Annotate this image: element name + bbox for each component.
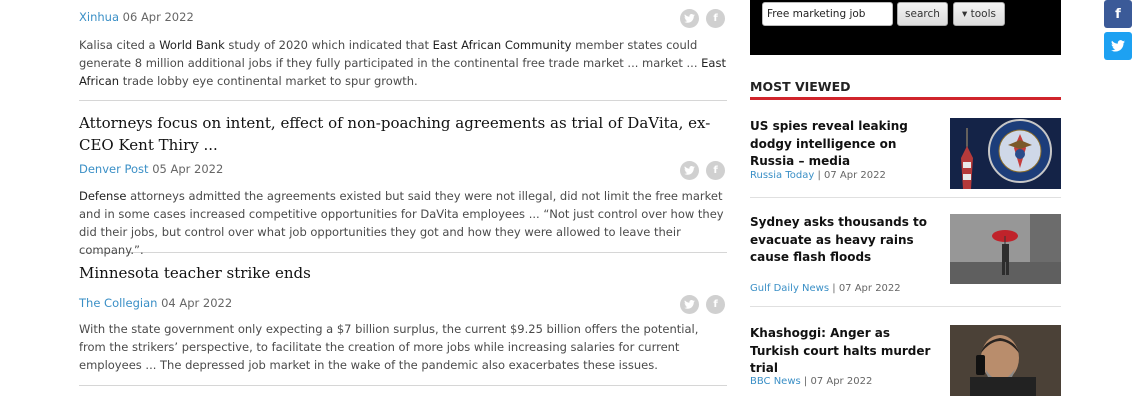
most-viewed-heading: MOST VIEWED (750, 79, 1061, 100)
summary-text: trade lobby eye continental market to sp… (119, 74, 418, 88)
most-viewed-date: 07 Apr 2022 (824, 170, 886, 181)
article-headline[interactable]: Attorneys focus on intent, effect of non… (79, 112, 724, 156)
article-date: 04 Apr 2022 (161, 296, 233, 310)
article-source-link[interactable]: Denver Post (79, 162, 149, 176)
article-meta: Denver Post 05 Apr 2022 (79, 161, 223, 177)
most-viewed-headline[interactable]: Khashoggi: Anger as Turkish court halts … (750, 325, 935, 378)
article-item: Attorneys focus on intent, effect of non… (79, 101, 727, 257)
most-viewed-item[interactable]: US spies reveal leaking dodgy intelligen… (750, 118, 1061, 198)
most-viewed-meta: BBC News | 07 Apr 2022 (750, 376, 872, 387)
most-viewed-item[interactable]: Khashoggi: Anger as Turkish court halts … (750, 325, 1061, 400)
twitter-icon[interactable] (680, 295, 699, 314)
article-list: Xinhua 06 Apr 2022 f Kalisa cited a Worl… (79, 0, 727, 386)
tools-dropdown-button[interactable]: ▾ tools (953, 2, 1005, 26)
most-viewed-meta: Russia Today | 07 Apr 2022 (750, 170, 886, 181)
rain-street-thumbnail[interactable] (950, 214, 1061, 284)
cia-seal-thumbnail[interactable] (950, 118, 1061, 189)
article-meta: The Collegian 04 Apr 2022 (79, 295, 232, 311)
share-buttons: f (680, 295, 725, 314)
article-source-link[interactable]: The Collegian (79, 296, 157, 310)
most-viewed-meta: Gulf Daily News | 07 Apr 2022 (750, 283, 901, 294)
meta-separator: | (814, 170, 824, 181)
facebook-icon[interactable]: f (706, 295, 725, 314)
meta-separator: | (800, 376, 811, 387)
article-date: 05 Apr 2022 (152, 162, 224, 176)
summary-text: Kalisa cited a (79, 38, 160, 52)
article-headline[interactable]: Minnesota teacher strike ends (79, 262, 311, 284)
most-viewed-date: 07 Apr 2022 (838, 283, 901, 294)
article-source-link[interactable]: Xinhua (79, 10, 119, 24)
article-item: Xinhua 06 Apr 2022 f Kalisa cited a Worl… (79, 0, 727, 101)
most-viewed-source-link[interactable]: BBC News (750, 376, 801, 387)
share-buttons: f (680, 9, 725, 28)
article-summary: With the state government only expecting… (79, 320, 727, 374)
article-summary: Kalisa cited a World Bank study of 2020 … (79, 36, 727, 90)
summary-highlight: World Bank (159, 38, 225, 52)
most-viewed-headline[interactable]: Sydney asks thousands to evacuate as hea… (750, 214, 935, 267)
search-input[interactable] (762, 2, 893, 26)
facebook-share-icon[interactable]: f (1104, 0, 1132, 28)
most-viewed-item[interactable]: Sydney asks thousands to evacuate as hea… (750, 214, 1061, 307)
summary-text: study of 2020 which indicated that (224, 38, 433, 52)
article-date: 06 Apr 2022 (122, 10, 194, 24)
twitter-icon[interactable] (680, 9, 699, 28)
share-buttons: f (680, 161, 725, 180)
summary-text: attorneys admitted the agreements existe… (79, 189, 724, 257)
meta-separator: | (829, 283, 839, 294)
twitter-icon[interactable] (680, 161, 699, 180)
summary-highlight: East African Community (432, 38, 572, 52)
most-viewed-source-link[interactable]: Gulf Daily News (750, 283, 829, 294)
article-meta: Xinhua 06 Apr 2022 (79, 9, 194, 25)
facebook-icon[interactable]: f (706, 161, 725, 180)
facebook-icon[interactable]: f (706, 9, 725, 28)
portrait-thumbnail[interactable] (950, 325, 1061, 396)
summary-text: With the state government only expecting… (79, 322, 699, 372)
search-button[interactable]: search (897, 2, 948, 26)
article-summary: Defense attorneys admitted the agreement… (79, 187, 727, 259)
most-viewed-headline[interactable]: US spies reveal leaking dodgy intelligen… (750, 118, 935, 171)
most-viewed-date: 07 Apr 2022 (810, 376, 873, 387)
summary-highlight: Defense (79, 189, 127, 203)
article-item: Minnesota teacher strike ends The Colleg… (79, 253, 727, 386)
twitter-share-icon[interactable] (1104, 32, 1132, 60)
most-viewed-source-link[interactable]: Russia Today (750, 170, 814, 181)
